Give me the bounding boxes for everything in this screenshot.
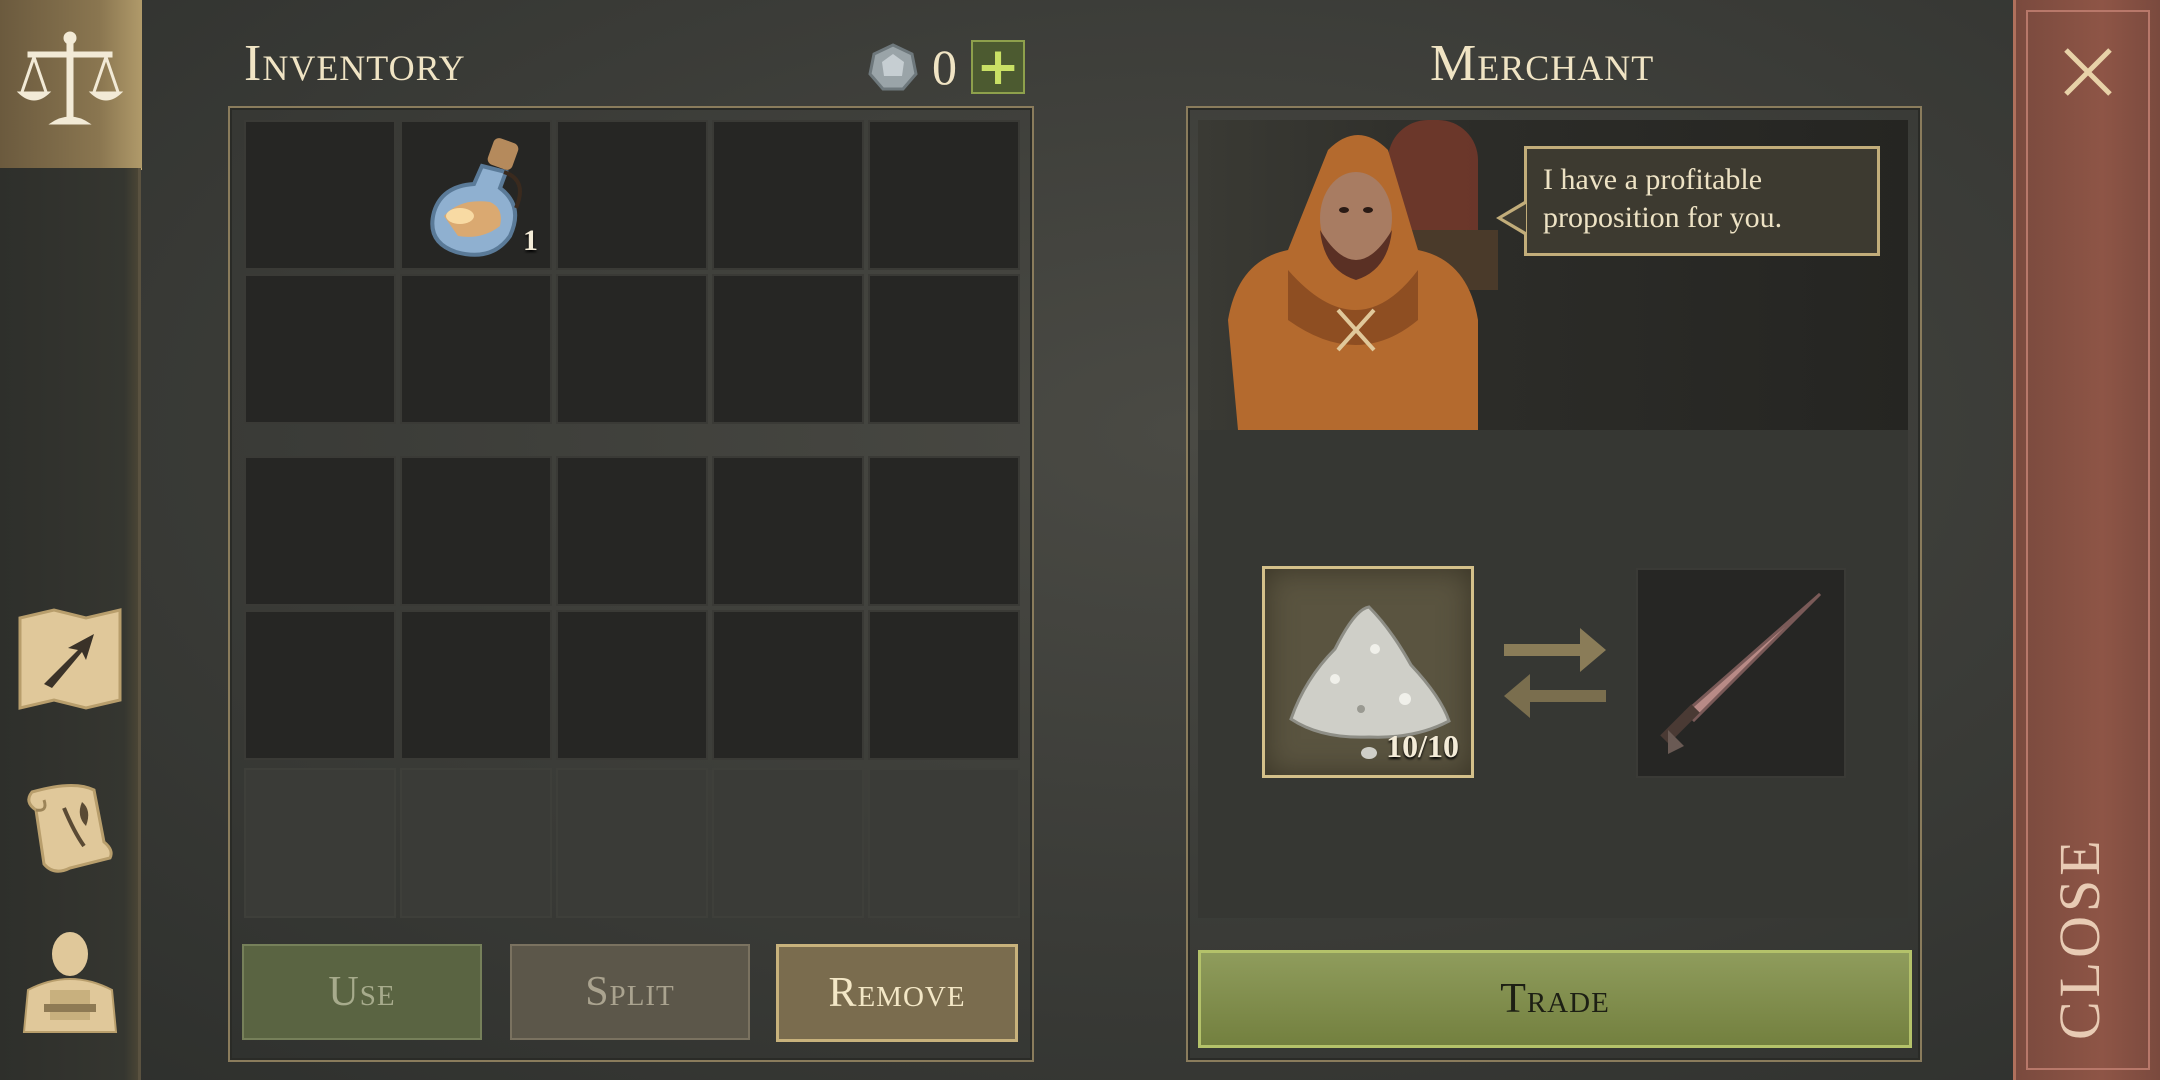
inventory-slot[interactable] [556,610,708,760]
inventory-grid-bag [244,456,1022,760]
inventory-slot[interactable] [244,610,396,760]
inventory-grid-locked [244,768,1022,918]
inventory-slot[interactable] [244,274,396,424]
locked-slot [868,768,1020,918]
trade-give-count: 10/10 [1386,728,1459,764]
currency-amount: 0 [932,39,957,95]
inventory-slot[interactable] [868,610,1020,760]
coin-icon [868,43,918,91]
trade-button[interactable]: Trade [1198,950,1912,1048]
inventory-slot[interactable] [400,274,552,424]
remove-button[interactable]: Remove [776,944,1018,1042]
inventory-slot[interactable] [868,456,1020,606]
inventory-slot[interactable] [556,456,708,606]
scales-icon [16,31,124,125]
merchant-speech-bubble: I have a profitable proposition for you. [1524,146,1880,256]
speech-tail-inner [1502,204,1526,232]
inventory-slot[interactable] [556,120,708,270]
inventory-slot[interactable] [712,610,864,760]
use-button[interactable]: Use [242,944,482,1040]
inventory-slot[interactable] [400,456,552,606]
quest-scroll-icon[interactable] [14,772,126,884]
trade-give-slot[interactable]: 10/10 [1262,566,1474,778]
inventory-slot[interactable] [868,274,1020,424]
merchant-title: Merchant [1430,35,1655,92]
trade-get-slot[interactable] [1636,568,1846,778]
inventory-title: Inventory [244,35,466,92]
split-button[interactable]: Split [510,944,750,1040]
inventory-slot[interactable] [400,610,552,760]
inventory-slot[interactable] [712,456,864,606]
map-icon[interactable] [14,604,126,716]
inventory-slot[interactable] [244,456,396,606]
locked-slot [244,768,396,918]
inventory-grid-main: 1 [244,120,1022,424]
locked-slot [400,768,552,918]
sword-icon [1660,592,1822,754]
sidebar [0,0,142,1080]
inventory-slot[interactable]: 1 [400,120,552,270]
inventory-slot[interactable] [556,274,708,424]
add-currency-button[interactable]: + [971,40,1025,94]
sidebar-item-trade[interactable] [0,0,142,170]
close-panel[interactable]: CLOSE [2013,0,2160,1080]
exchange-arrows-icon [1504,628,1606,718]
locked-slot [556,768,708,918]
locked-slot [712,768,864,918]
inventory-slot[interactable] [868,120,1020,270]
item-count: 1 [523,224,538,257]
character-icon[interactable] [14,924,126,1036]
close-label: CLOSE [2047,836,2112,1040]
inventory-slot[interactable] [244,120,396,270]
potion-icon [430,138,522,257]
inventory-slot[interactable] [712,120,864,270]
close-icon[interactable] [2060,44,2116,100]
currency-display: 0 + [868,38,1025,96]
inventory-slot[interactable] [712,274,864,424]
